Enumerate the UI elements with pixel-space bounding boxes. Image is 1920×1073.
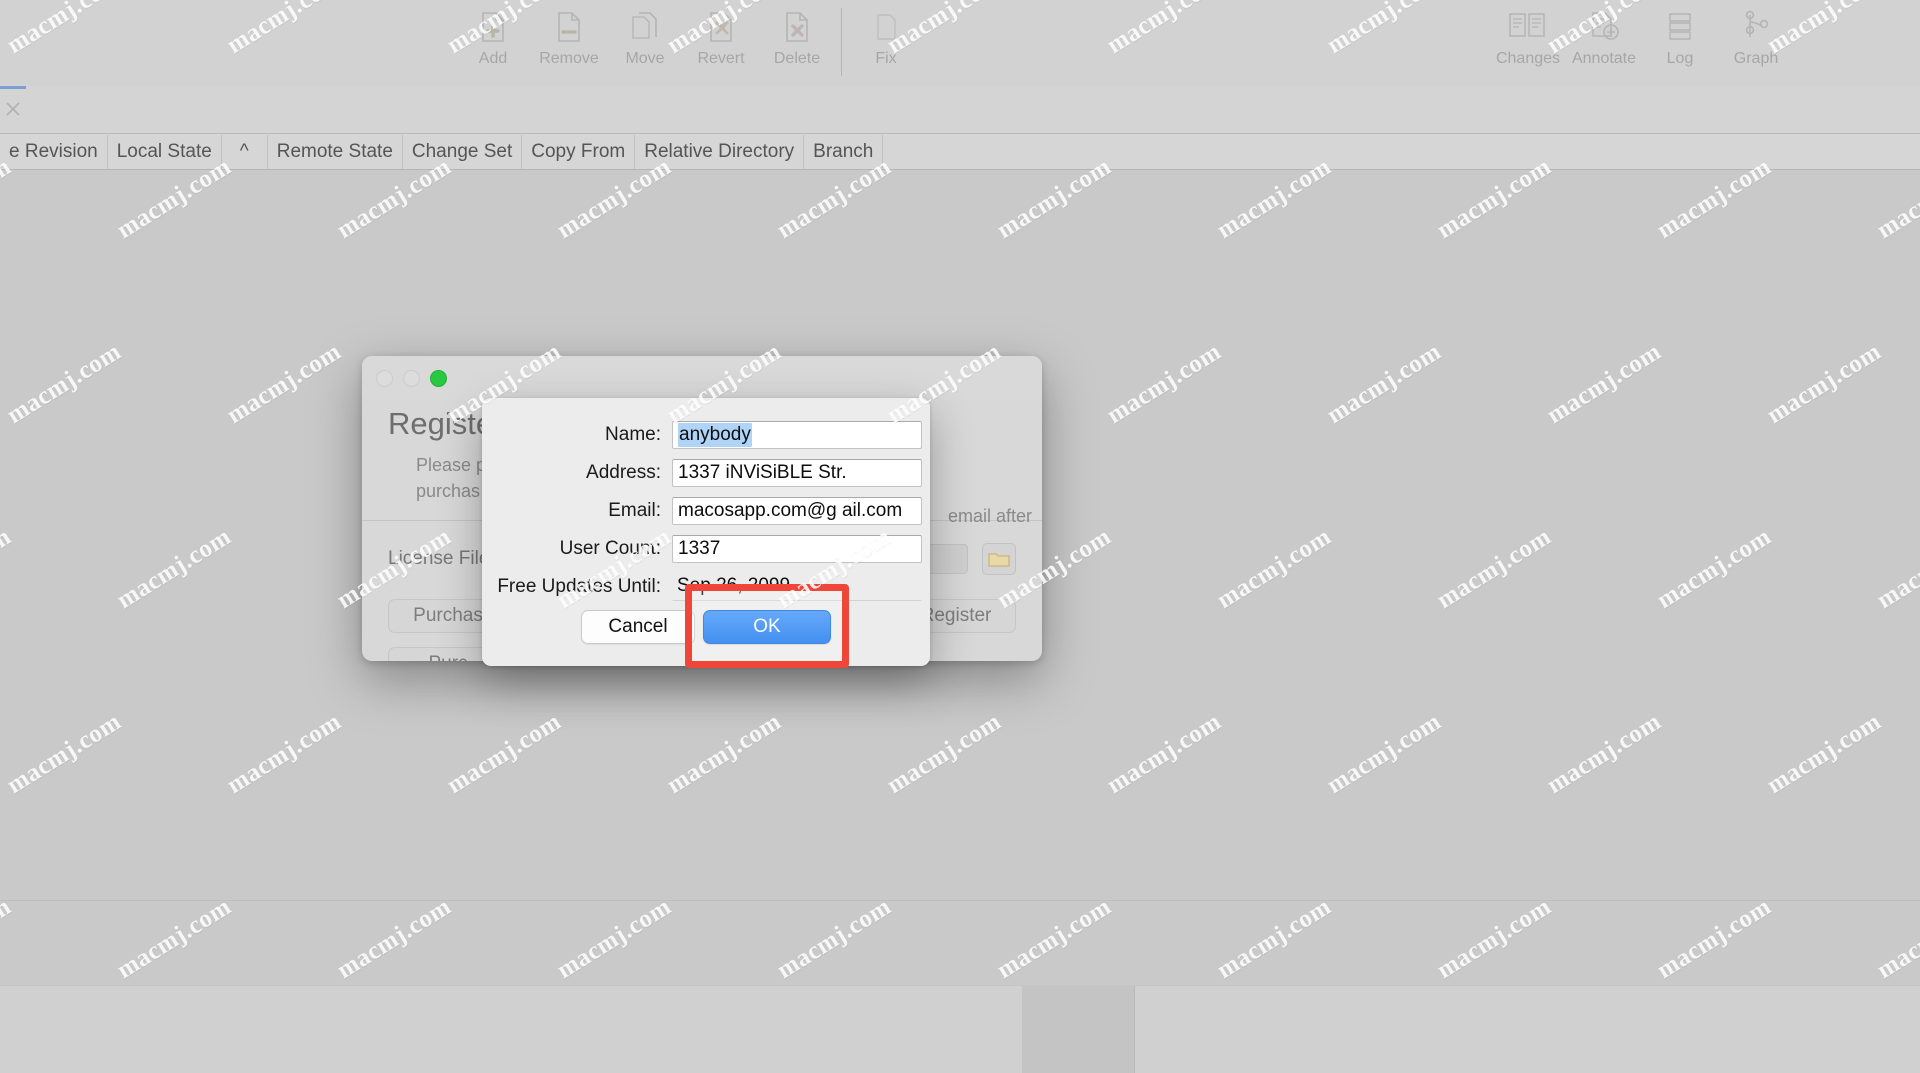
toolbar-label-remove: Remove: [539, 50, 599, 67]
table-column-headers: e Revision Local State ^ Remote State Ch…: [0, 134, 1920, 170]
column-header-change-set[interactable]: Change Set: [403, 134, 523, 169]
active-tab-indicator: [0, 86, 26, 89]
toolbar-label-annotate: Annotate: [1571, 50, 1637, 67]
log-icon: [1663, 8, 1697, 46]
tab-strip: [0, 86, 1920, 134]
ok-button[interactable]: OK: [703, 610, 831, 644]
toolbar-group-file-actions: Add Remove Move Revert Delete Fix: [455, 8, 924, 76]
free-updates-until-value: Sep 26, 2099: [672, 572, 922, 601]
register-subtitle-right: email after: [948, 506, 1033, 526]
move-file-icon: [628, 8, 662, 46]
column-header-relative-directory[interactable]: Relative Directory: [635, 134, 805, 169]
sheet-button-row: Cancel OK: [490, 584, 922, 668]
column-header-local-state[interactable]: Local State: [108, 134, 222, 169]
toolbar-button-remove[interactable]: Remove: [531, 8, 607, 68]
license-file-label: License File:: [388, 548, 495, 569]
cancel-button[interactable]: Cancel: [581, 610, 695, 644]
field-row-name: Name: anybody: [490, 416, 922, 453]
toolbar-label-fix: Fix: [875, 50, 897, 67]
toolbar-button-fix[interactable]: Fix: [848, 8, 924, 68]
column-header-copy-from[interactable]: Copy From: [522, 134, 636, 169]
toolbar-label-delete: Delete: [773, 50, 821, 67]
column-header-branch[interactable]: Branch: [804, 134, 884, 169]
email-label: Email:: [608, 499, 661, 521]
ok-button-wrapper: OK: [685, 584, 849, 668]
close-window-button[interactable]: [376, 369, 393, 387]
toolbar-label-log: Log: [1666, 50, 1694, 67]
toolbar-button-move[interactable]: Move: [607, 8, 683, 68]
toolbar-button-changes[interactable]: Changes: [1490, 8, 1566, 68]
content-footer: [0, 900, 1920, 985]
toolbar-button-log[interactable]: Log: [1642, 8, 1718, 68]
column-sort-indicator[interactable]: ^: [222, 134, 268, 169]
register-window-titlebar[interactable]: [362, 356, 1042, 400]
name-field-value: anybody: [678, 422, 752, 447]
toolbar-button-delete[interactable]: Delete: [759, 8, 835, 68]
graph-icon: [1739, 8, 1773, 46]
minimize-window-button[interactable]: [403, 369, 420, 387]
toolbar-button-graph[interactable]: Graph: [1718, 8, 1794, 68]
field-row-email: Email: macosapp.com@g ail.com: [490, 492, 922, 529]
close-icon[interactable]: [4, 100, 22, 118]
address-label: Address:: [586, 461, 661, 483]
revert-file-icon: [704, 8, 738, 46]
email-field[interactable]: macosapp.com@g ail.com: [672, 496, 922, 525]
bottom-pane-center[interactable]: [1022, 986, 1134, 1073]
field-row-free-updates-until: Free Updates Until: Sep 26, 2099: [490, 568, 922, 605]
column-header-revision[interactable]: e Revision: [0, 134, 108, 169]
fix-icon: [869, 8, 903, 46]
toolbar-button-revert[interactable]: Revert: [683, 8, 759, 68]
name-label: Name:: [605, 423, 661, 445]
annotate-icon: [1587, 8, 1621, 46]
folder-icon[interactable]: [982, 543, 1016, 575]
field-row-address: Address: 1337 iNViSiBLE Str.: [490, 454, 922, 491]
column-header-remote-state[interactable]: Remote State: [268, 134, 403, 169]
toolbar-label-move: Move: [625, 50, 665, 67]
toolbar-button-add[interactable]: Add: [455, 8, 531, 68]
name-field[interactable]: anybody: [672, 420, 922, 449]
bottom-panes: [0, 985, 1920, 1073]
toolbar-separator: [841, 8, 842, 76]
toolbar-group-inspect-actions: Changes Annotate Log Graph: [1490, 8, 1794, 68]
toolbar-label-add: Add: [478, 50, 508, 67]
toolbar-label-revert: Revert: [697, 50, 745, 67]
toolbar-button-annotate[interactable]: Annotate: [1566, 8, 1642, 68]
address-field[interactable]: 1337 iNViSiBLE Str.: [672, 458, 922, 487]
remove-file-icon: [552, 8, 586, 46]
user-count-label: User Count:: [559, 537, 661, 559]
field-row-user-count: User Count: 1337: [490, 530, 922, 567]
changes-icon: [1507, 8, 1549, 46]
toolbar-label-graph: Graph: [1733, 50, 1779, 67]
toolbar-label-changes: Changes: [1495, 50, 1561, 67]
delete-file-icon: [780, 8, 814, 46]
main-toolbar: Add Remove Move Revert Delete Fix Change…: [0, 0, 1920, 92]
app-root: Add Remove Move Revert Delete Fix Change…: [0, 0, 1920, 1073]
bottom-pane-divider-right: [1134, 986, 1135, 1073]
license-details-sheet: Name: anybody Address: 1337 iNViSiBLE St…: [482, 398, 930, 668]
free-updates-until-label: Free Updates Until:: [497, 575, 661, 597]
add-file-icon: [476, 8, 510, 46]
maximize-window-button[interactable]: [430, 369, 447, 387]
user-count-field[interactable]: 1337: [672, 534, 922, 563]
